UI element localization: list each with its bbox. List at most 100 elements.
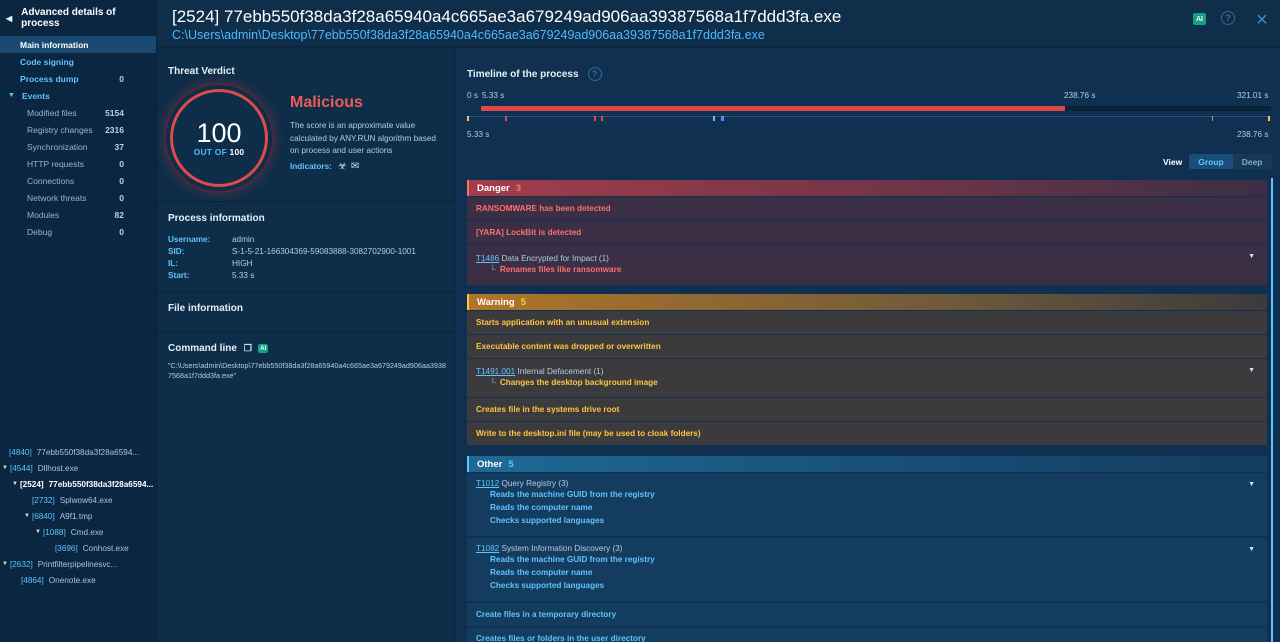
chevron-down-icon[interactable]: ▼ xyxy=(1248,481,1255,488)
group-count: 5 xyxy=(520,296,526,308)
ai-icon[interactable]: AI xyxy=(257,344,269,353)
timeline-event-tick[interactable] xyxy=(713,116,715,121)
process-name: Conhost.exe xyxy=(82,543,129,553)
mitre-technique-link[interactable]: T1012 xyxy=(476,479,499,488)
timeline-event-tick[interactable] xyxy=(594,116,596,121)
document-gear-icon[interactable]: ✉ xyxy=(351,161,359,172)
danger-group-header[interactable]: Danger 3 xyxy=(467,180,1267,196)
timeline-process-bar[interactable] xyxy=(481,106,1065,111)
mitre-technique-link[interactable]: T1082 xyxy=(476,544,499,553)
warning-item[interactable]: Write to the desktop.ini file (may be us… xyxy=(467,422,1267,445)
warning-item[interactable]: Creates file in the systems drive root xyxy=(467,398,1267,421)
sidebar-item-connections[interactable]: Connections 0 xyxy=(0,172,156,189)
sidebar-item-process-dump[interactable]: Process dump 0 xyxy=(0,70,156,87)
sidebar-item-registry-changes[interactable]: Registry changes 2316 xyxy=(0,121,156,138)
danger-item[interactable]: T1486 Data Encrypted for Impact (1) └ Ren… xyxy=(467,245,1267,285)
caret-down-icon[interactable]: ▼ xyxy=(2,561,8,567)
sub-item: Reads the machine GUID from the registry xyxy=(476,488,1267,501)
process-tree-node-selected[interactable]: ▼ [2524] 77ebb550f38da3f28a6594... xyxy=(0,476,157,492)
file-information-title[interactable]: File information xyxy=(168,303,243,314)
sidebar-item-label: Events xyxy=(21,90,50,101)
timeline-process-start: 5.33 s xyxy=(482,91,505,100)
sub-item: Reads the computer name xyxy=(476,501,1267,514)
sidebar-item-synchronization[interactable]: Synchronization 37 xyxy=(0,138,156,155)
sidebar-header[interactable]: ◀ Advanced details of process xyxy=(0,0,156,36)
sidebar-item-count: 0 xyxy=(119,226,124,237)
help-icon[interactable]: ? xyxy=(587,67,602,81)
sidebar-item-label: Main information xyxy=(20,39,89,50)
process-tree-node[interactable]: ▼ [1088] Cmd.exe xyxy=(0,524,157,540)
process-tree-node[interactable]: [3696] Conhost.exe xyxy=(0,540,157,556)
sidebar-item-count: 2316 xyxy=(105,124,124,135)
other-group-header[interactable]: Other 5 xyxy=(467,456,1267,472)
timeline-event-tick[interactable] xyxy=(601,116,603,121)
process-tree-node[interactable]: [2732] Splwow64.exe xyxy=(0,492,157,508)
mitre-technique-link[interactable]: T1491.001 xyxy=(476,367,515,376)
other-item[interactable]: T1012 Query Registry (3) Reads the machi… xyxy=(467,473,1267,536)
other-item[interactable]: T1082 System Information Discovery (3) R… xyxy=(467,538,1267,601)
group-count: 5 xyxy=(508,458,514,470)
command-line-label: Command line xyxy=(168,343,237,354)
chevron-down-icon[interactable]: ▼ xyxy=(1248,253,1255,260)
indicators: Indicators: ☣ ✉ xyxy=(290,161,359,172)
caret-down-icon[interactable]: ▼ xyxy=(2,465,8,471)
sidebar-item-network-threats[interactable]: Network threats 0 xyxy=(0,189,156,206)
other-item[interactable]: Creates files or folders in the user dir… xyxy=(467,628,1267,642)
biohazard-icon[interactable]: ☣ xyxy=(338,161,347,172)
warning-item[interactable]: Starts application with an unusual exten… xyxy=(467,311,1267,334)
view-group-button[interactable]: Group xyxy=(1189,154,1233,169)
chevron-down-icon[interactable]: ▼ xyxy=(1248,546,1255,553)
field-key: SID: xyxy=(168,247,185,256)
chevron-down-icon[interactable]: ▼ xyxy=(1248,367,1255,374)
field-value: 5.33 s xyxy=(232,271,255,280)
copy-icon[interactable]: ❐ xyxy=(244,343,252,354)
warning-item[interactable]: T1491.001 Internal Defacement (1) └ Chang… xyxy=(467,359,1267,397)
back-arrow-icon[interactable]: ◀ xyxy=(6,14,12,23)
field-sid: SID: S-1-5-21-166304369-59083888-30827029… xyxy=(168,247,416,256)
caret-down-icon[interactable]: ▼ xyxy=(35,529,41,535)
danger-item[interactable]: [YARA] LockBit is detected xyxy=(467,221,1267,244)
other-item[interactable]: Create files in a temporary directory xyxy=(467,603,1267,626)
sidebar-item-code-signing[interactable]: Code signing xyxy=(0,53,156,70)
group-label: Warning xyxy=(477,296,515,308)
help-icon[interactable]: ? xyxy=(1221,11,1235,25)
sidebar-item-label: Connections xyxy=(27,175,75,186)
warning-item[interactable]: Executable content was dropped or overwr… xyxy=(467,335,1267,358)
sub-item-text: Renames files like ransomware xyxy=(499,265,622,274)
process-pid: [3696] xyxy=(55,543,78,553)
sidebar-item-http-requests[interactable]: HTTP requests 0 xyxy=(0,155,156,172)
sidebar-item-modules[interactable]: Modules 82 xyxy=(0,206,156,223)
sidebar-item-modified-files[interactable]: Modified files 5154 xyxy=(0,104,156,121)
process-tree-node[interactable]: [4840] 77ebb550f38da3f28a6594... xyxy=(0,444,157,460)
timeline-title-label: Timeline of the process xyxy=(467,68,579,80)
ai-badge-icon[interactable]: AI xyxy=(1193,13,1206,25)
danger-item[interactable]: RANSOMWARE has been detected xyxy=(467,197,1267,220)
view-deep-button[interactable]: Deep xyxy=(1232,154,1272,169)
timeline-event-tick[interactable] xyxy=(1268,116,1270,121)
sidebar-item-main-information[interactable]: Main information xyxy=(0,36,156,53)
process-tree-node[interactable]: ▼ [2632] Printfilterpipelinesvc... xyxy=(0,556,157,572)
process-title: [2524] 77ebb550f38da3f28a65940a4c665ae3a… xyxy=(172,7,842,26)
warning-group-header[interactable]: Warning 5 xyxy=(467,294,1267,310)
sidebar-item-debug[interactable]: Debug 0 xyxy=(0,223,156,240)
timeline-event-tick[interactable] xyxy=(721,116,724,121)
process-tree-node[interactable]: ▼ [6840] A9f1.tmp xyxy=(0,508,157,524)
caret-down-icon[interactable]: ▼ xyxy=(12,481,18,487)
process-tree-node[interactable]: ▼ [4544] Dllhost.exe xyxy=(0,460,157,476)
sidebar-item-events[interactable]: ▼ Events xyxy=(0,87,156,104)
process-path-link[interactable]: C:\Users\admin\Desktop\77ebb550f38da3f28… xyxy=(172,28,765,42)
sidebar-item-label: Synchronization xyxy=(27,141,88,152)
process-name: Printfilterpipelinesvc... xyxy=(37,559,118,569)
item-text: Executable content was dropped or overwr… xyxy=(476,342,661,351)
timeline-event-tick[interactable] xyxy=(467,116,469,121)
timeline-event-tick[interactable] xyxy=(505,116,507,121)
scrollbar[interactable] xyxy=(1271,178,1273,642)
mitre-technique-link[interactable]: T1486 xyxy=(476,254,499,263)
process-tree-node[interactable]: [4864] Onenote.exe xyxy=(0,572,157,588)
timeline-event-tick[interactable] xyxy=(1212,116,1213,121)
close-icon[interactable]: ✕ xyxy=(1254,12,1270,29)
sub-item-text: Changes the desktop background image xyxy=(499,378,658,387)
caret-down-icon[interactable]: ▼ xyxy=(24,513,30,519)
sidebar-item-count: 82 xyxy=(114,209,124,220)
process-pid: [1088] xyxy=(42,527,66,537)
